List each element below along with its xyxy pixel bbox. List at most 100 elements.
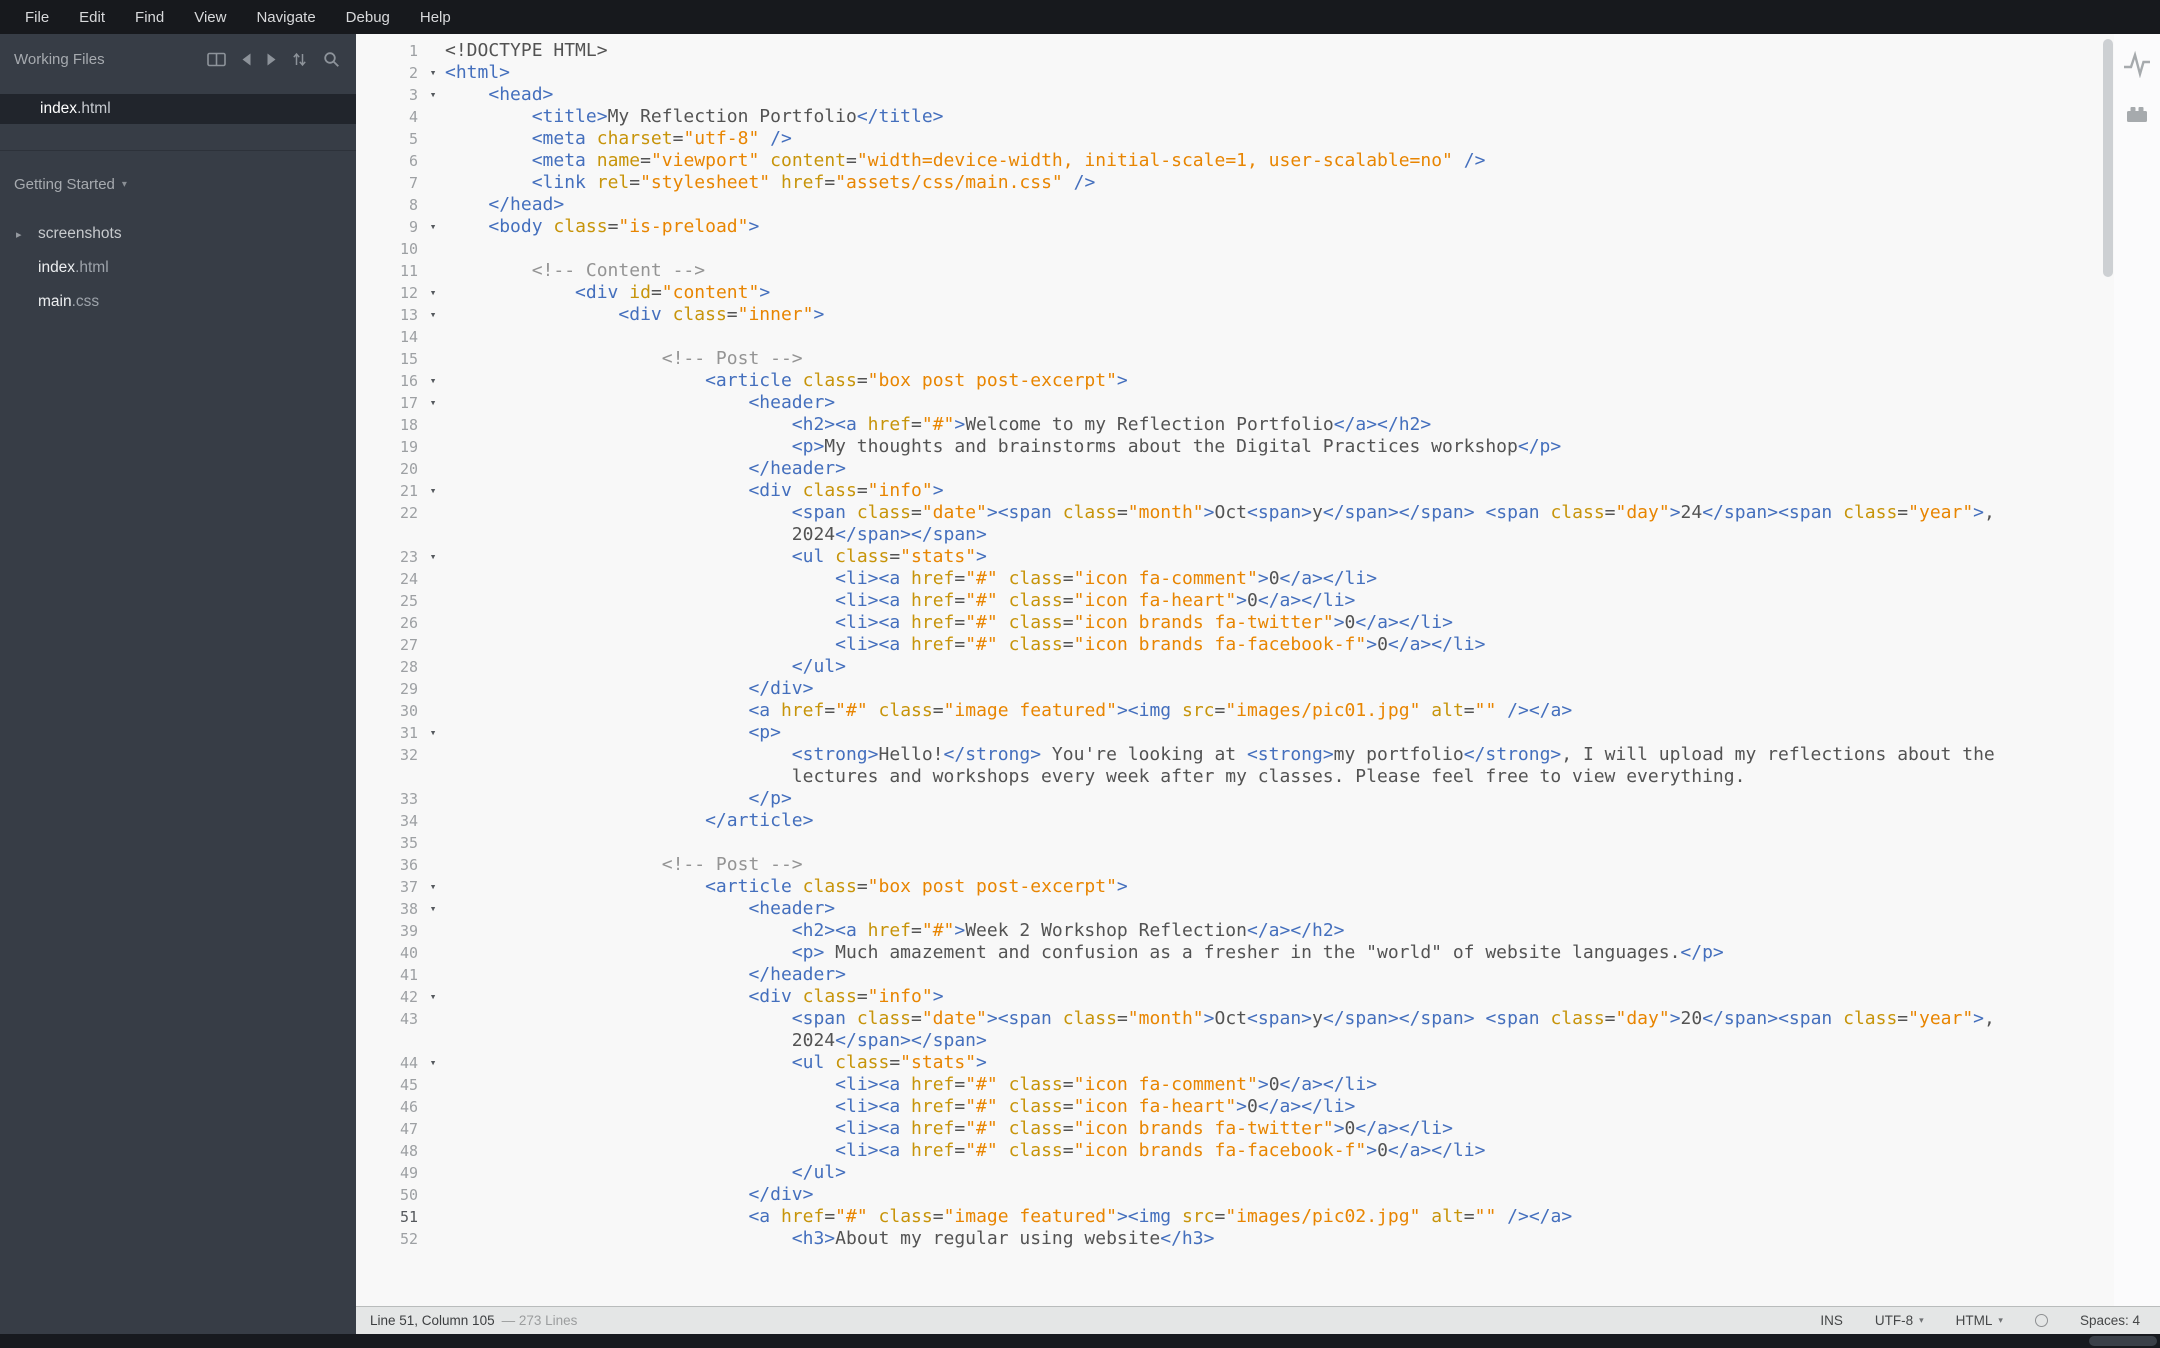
- code-line[interactable]: 33 </p>: [356, 788, 2114, 810]
- language-select[interactable]: HTML ▾: [1956, 1313, 2003, 1328]
- code-line[interactable]: 8 </head>: [356, 194, 2114, 216]
- code-line[interactable]: 39 <h2><a href="#">Week 2 Workshop Refle…: [356, 920, 2114, 942]
- menu-item-view[interactable]: View: [179, 9, 241, 26]
- code-line[interactable]: 50 </div>: [356, 1184, 2114, 1206]
- tree-item-index.html[interactable]: index .html: [0, 251, 356, 285]
- status-circle-icon[interactable]: [2034, 1314, 2048, 1327]
- code-line[interactable]: 44 ▾ <ul class="stats">: [356, 1052, 2114, 1074]
- code-line[interactable]: 38 ▾ <header>: [356, 898, 2114, 920]
- menu-item-debug[interactable]: Debug: [331, 9, 405, 26]
- fold-marker-icon[interactable]: ▾: [421, 876, 445, 898]
- code-line[interactable]: 34 </article>: [356, 810, 2114, 832]
- vertical-scrollbar-thumb[interactable]: [2103, 39, 2113, 277]
- fold-marker-icon[interactable]: ▾: [421, 84, 445, 106]
- code-line[interactable]: 14: [356, 326, 2114, 348]
- code-line[interactable]: 48 <li><a href="#" class="icon brands fa…: [356, 1140, 2114, 1162]
- menu-item-find[interactable]: Find: [120, 9, 179, 26]
- code-line[interactable]: 25 <li><a href="#" class="icon fa-heart"…: [356, 590, 2114, 612]
- code-line[interactable]: 3 ▾ <head>: [356, 84, 2114, 106]
- live-preview-icon[interactable]: [2122, 50, 2152, 78]
- code-line[interactable]: 17 ▾ <header>: [356, 392, 2114, 414]
- encoding-select[interactable]: UTF-8 ▾: [1875, 1313, 1924, 1328]
- code-line[interactable]: 7 <link rel="stylesheet" href="assets/cs…: [356, 172, 2114, 194]
- extension-manager-icon[interactable]: [2124, 102, 2150, 126]
- code-line[interactable]: 10: [356, 238, 2114, 260]
- code-line[interactable]: 22 <span class="date"><span class="month…: [356, 502, 2114, 524]
- code-area[interactable]: 1 <!DOCTYPE HTML> 2 ▾ <html> 3 ▾ <head> 4 <titl…: [356, 34, 2114, 1306]
- code-line[interactable]: 43 <span class="date"><span class="month…: [356, 1008, 2114, 1030]
- code-line[interactable]: 23 ▾ <ul class="stats">: [356, 546, 2114, 568]
- fold-marker-icon[interactable]: ▾: [421, 546, 445, 568]
- search-icon[interactable]: [323, 51, 340, 68]
- fold-marker-icon[interactable]: ▾: [421, 392, 445, 414]
- sort-icon[interactable]: [292, 52, 307, 67]
- code-line[interactable]: 35: [356, 832, 2114, 854]
- fold-marker-icon[interactable]: ▾: [421, 1052, 445, 1074]
- project-dropdown[interactable]: Getting Started ▾: [0, 151, 356, 203]
- working-file-index.html[interactable]: index .html: [0, 94, 356, 124]
- code-line[interactable]: 36 <!-- Post -->: [356, 854, 2114, 876]
- code-line[interactable]: 2 ▾ <html>: [356, 62, 2114, 84]
- menu-item-navigate[interactable]: Navigate: [241, 9, 330, 26]
- menu-item-edit[interactable]: Edit: [64, 9, 120, 26]
- code-line[interactable]: 13 ▾ <div class="inner">: [356, 304, 2114, 326]
- code-line[interactable]: lectures and workshops every week after …: [356, 766, 2114, 788]
- code-line[interactable]: 16 ▾ <article class="box post post-excerp…: [356, 370, 2114, 392]
- fold-marker-icon[interactable]: ▾: [421, 304, 445, 326]
- fold-marker-icon[interactable]: ▾: [421, 62, 445, 84]
- code-line[interactable]: 46 <li><a href="#" class="icon fa-heart"…: [356, 1096, 2114, 1118]
- code-line[interactable]: 42 ▾ <div class="info">: [356, 986, 2114, 1008]
- code-line[interactable]: 15 <!-- Post -->: [356, 348, 2114, 370]
- fold-marker-icon[interactable]: ▾: [421, 282, 445, 304]
- code-line[interactable]: 5 <meta charset="utf-8" />: [356, 128, 2114, 150]
- code-line[interactable]: 21 ▾ <div class="info">: [356, 480, 2114, 502]
- code-line[interactable]: 30 <a href="#" class="image featured"><i…: [356, 700, 2114, 722]
- code-line[interactable]: 29 </div>: [356, 678, 2114, 700]
- code-line[interactable]: 1 <!DOCTYPE HTML>: [356, 40, 2114, 62]
- indent-value[interactable]: 4: [2132, 1313, 2140, 1328]
- fold-marker-icon[interactable]: ▾: [421, 480, 445, 502]
- code-line[interactable]: 20 </header>: [356, 458, 2114, 480]
- cursor-position[interactable]: Line 51, Column 105: [370, 1313, 495, 1328]
- previous-document-icon[interactable]: [242, 53, 251, 66]
- tree-item-main.css[interactable]: main .css: [0, 285, 356, 319]
- menu-item-help[interactable]: Help: [405, 9, 466, 26]
- code-line[interactable]: 40 <p> Much amazement and confusion as a…: [356, 942, 2114, 964]
- tree-item-screenshots[interactable]: ▸ screenshots: [0, 217, 356, 251]
- code-line[interactable]: 47 <li><a href="#" class="icon brands fa…: [356, 1118, 2114, 1140]
- menu-item-file[interactable]: File: [10, 9, 64, 26]
- code-line[interactable]: 6 <meta name="viewport" content="width=d…: [356, 150, 2114, 172]
- code-line[interactable]: 41 </header>: [356, 964, 2114, 986]
- vertical-scrollbar[interactable]: [2101, 34, 2114, 1306]
- fold-marker-icon[interactable]: ▾: [421, 216, 445, 238]
- code-line[interactable]: 2024</span></span>: [356, 524, 2114, 546]
- code-line[interactable]: 26 <li><a href="#" class="icon brands fa…: [356, 612, 2114, 634]
- code-line[interactable]: 32 <strong>Hello!</strong> You're lookin…: [356, 744, 2114, 766]
- bottom-scrollbar[interactable]: [0, 1334, 2160, 1348]
- fold-marker-icon[interactable]: ▾: [421, 986, 445, 1008]
- next-document-icon[interactable]: [267, 53, 276, 66]
- overwrite-indicator[interactable]: INS: [1820, 1313, 1843, 1328]
- code-line[interactable]: 11 <!-- Content -->: [356, 260, 2114, 282]
- code-line[interactable]: 2024</span></span>: [356, 1030, 2114, 1052]
- code-line[interactable]: 45 <li><a href="#" class="icon fa-commen…: [356, 1074, 2114, 1096]
- indent-setting[interactable]: Spaces: 4: [2080, 1313, 2140, 1328]
- code-line[interactable]: 37 ▾ <article class="box post post-excerp…: [356, 876, 2114, 898]
- fold-marker-icon[interactable]: ▾: [421, 370, 445, 392]
- code-line[interactable]: 4 <title>My Reflection Portfolio</title>: [356, 106, 2114, 128]
- code-line[interactable]: 31 ▾ <p>: [356, 722, 2114, 744]
- fold-marker-icon[interactable]: ▾: [421, 722, 445, 744]
- code-line[interactable]: 27 <li><a href="#" class="icon brands fa…: [356, 634, 2114, 656]
- code-line[interactable]: 9 ▾ <body class="is-preload">: [356, 216, 2114, 238]
- bottom-scrollbar-thumb[interactable]: [2089, 1336, 2157, 1346]
- fold-marker-icon[interactable]: ▾: [421, 898, 445, 920]
- split-view-icon[interactable]: [207, 52, 226, 67]
- code-line[interactable]: 24 <li><a href="#" class="icon fa-commen…: [356, 568, 2114, 590]
- code-line[interactable]: 52 <h3>About my regular using website</h…: [356, 1228, 2114, 1250]
- code-line[interactable]: 49 </ul>: [356, 1162, 2114, 1184]
- code-line[interactable]: 28 </ul>: [356, 656, 2114, 678]
- code-line[interactable]: 19 <p>My thoughts and brainstorms about …: [356, 436, 2114, 458]
- code-line[interactable]: 51 <a href="#" class="image featured"><i…: [356, 1206, 2114, 1228]
- code-line[interactable]: 12 ▾ <div id="content">: [356, 282, 2114, 304]
- code-line[interactable]: 18 <h2><a href="#">Welcome to my Reflect…: [356, 414, 2114, 436]
